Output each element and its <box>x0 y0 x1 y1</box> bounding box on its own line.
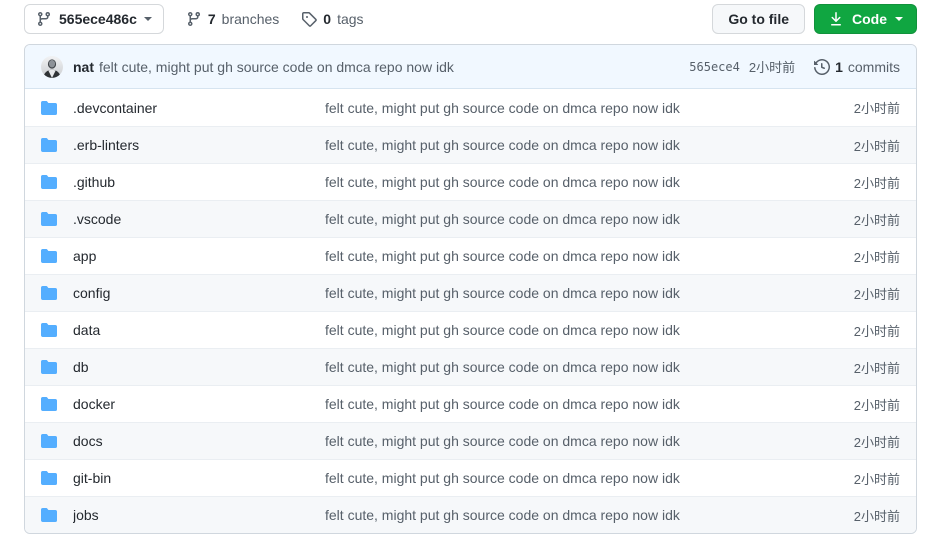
latest-commit-bar: nat felt cute, might put gh source code … <box>25 45 916 89</box>
table-row[interactable]: .github felt cute, might put gh source co… <box>25 163 916 200</box>
table-row[interactable]: docker felt cute, might put gh source cod… <box>25 385 916 422</box>
folder-icon <box>41 322 73 338</box>
commit-meta: 565ece4 2小时前 1 commits <box>689 57 900 76</box>
commit-time: 2小时前 <box>748 60 796 75</box>
folder-icon <box>41 285 73 301</box>
code-button-label: Code <box>852 11 887 27</box>
file-commit-message[interactable]: felt cute, might put gh source code on d… <box>325 248 838 264</box>
file-name[interactable]: config <box>73 285 325 301</box>
branches-count: 7 <box>207 11 216 27</box>
tags-count: 0 <box>323 11 332 27</box>
table-row[interactable]: docs felt cute, might put gh source code … <box>25 422 916 459</box>
commit-message[interactable]: felt cute, might put gh source code on d… <box>99 59 454 75</box>
file-commit-message[interactable]: felt cute, might put gh source code on d… <box>325 470 838 486</box>
file-commit-time: 2小时前 <box>853 212 900 228</box>
repo-file-browser: nat felt cute, might put gh source code … <box>24 44 917 534</box>
file-commit-message[interactable]: felt cute, might put gh source code on d… <box>325 100 838 116</box>
table-row[interactable]: git-bin felt cute, might put gh source co… <box>25 459 916 496</box>
file-commit-time: 2小时前 <box>853 249 900 265</box>
file-commit-time: 2小时前 <box>853 508 900 524</box>
file-commit-time: 2小时前 <box>853 397 900 413</box>
folder-icon <box>41 507 73 523</box>
chevron-down-icon <box>143 17 152 21</box>
folder-icon <box>41 137 73 153</box>
file-commit-time: 2小时前 <box>853 101 900 116</box>
folder-icon <box>41 248 73 264</box>
file-commit-message[interactable]: felt cute, might put gh source code on d… <box>325 507 838 523</box>
table-row[interactable]: .vscode felt cute, might put gh source co… <box>25 200 916 237</box>
file-commit-message[interactable]: felt cute, might put gh source code on d… <box>325 285 838 301</box>
file-commit-time: 2小时前 <box>853 286 900 302</box>
file-name[interactable]: jobs <box>73 507 325 523</box>
file-name[interactable]: docs <box>73 433 325 449</box>
file-commit-time: 2小时前 <box>853 360 900 376</box>
file-name[interactable]: db <box>73 359 325 375</box>
commit-author[interactable]: nat <box>73 59 94 75</box>
branch-name-label: 565ece486c <box>59 11 137 27</box>
repo-toolbar: 565ece486c 7 branches 0 tags Go to file <box>0 0 941 38</box>
file-commit-message[interactable]: felt cute, might put gh source code on d… <box>325 322 838 338</box>
file-name[interactable]: app <box>73 248 325 264</box>
branch-selector[interactable]: 565ece486c <box>24 4 164 34</box>
branches-link[interactable]: 7 branches <box>186 11 279 27</box>
branches-label: branches <box>221 11 280 27</box>
history-icon <box>814 58 831 75</box>
file-commit-time: 2小时前 <box>853 175 900 191</box>
table-row[interactable]: .erb-linters felt cute, might put gh sour… <box>25 126 916 163</box>
file-name[interactable]: .github <box>73 174 325 190</box>
file-list: .devcontainer felt cute, might put gh sou… <box>25 89 916 533</box>
file-name[interactable]: git-bin <box>73 470 325 486</box>
file-commit-time: 2小时前 <box>853 434 900 450</box>
table-row[interactable]: config felt cute, might put gh source cod… <box>25 274 916 311</box>
table-row[interactable]: .devcontainer felt cute, might put gh sou… <box>25 89 916 126</box>
file-name[interactable]: data <box>73 322 325 338</box>
file-name[interactable]: .erb-linters <box>73 137 325 153</box>
table-row[interactable]: jobs felt cute, might put gh source code … <box>25 496 916 533</box>
file-name[interactable]: docker <box>73 396 325 412</box>
file-commit-time: 2小时前 <box>853 323 900 339</box>
file-name[interactable]: .vscode <box>73 211 325 227</box>
table-row[interactable]: app felt cute, might put gh source code o… <box>25 237 916 274</box>
file-commit-time: 2小时前 <box>853 138 900 154</box>
commits-count-label: commits <box>847 58 900 75</box>
file-commit-message[interactable]: felt cute, might put gh source code on d… <box>325 396 838 412</box>
folder-icon <box>41 100 73 116</box>
tag-icon <box>301 11 318 27</box>
folder-icon <box>41 396 73 412</box>
go-to-file-button[interactable]: Go to file <box>712 4 805 34</box>
folder-icon <box>41 174 73 190</box>
commit-sha[interactable]: 565ece4 <box>689 60 740 74</box>
tags-label: tags <box>337 11 364 27</box>
commits-count-number: 1 <box>835 58 843 75</box>
tags-link[interactable]: 0 tags <box>301 11 364 27</box>
file-commit-message[interactable]: felt cute, might put gh source code on d… <box>325 174 838 190</box>
code-button[interactable]: Code <box>814 4 917 34</box>
chevron-down-icon <box>895 17 903 21</box>
folder-icon <box>41 211 73 227</box>
file-name[interactable]: .devcontainer <box>73 100 325 116</box>
folder-icon <box>41 359 73 375</box>
folder-icon <box>41 433 73 449</box>
download-icon <box>828 11 844 27</box>
table-row[interactable]: data felt cute, might put gh source code … <box>25 311 916 348</box>
file-commit-message[interactable]: felt cute, might put gh source code on d… <box>325 433 838 449</box>
commits-count-link[interactable]: 1 commits <box>814 59 900 75</box>
git-branch-icon <box>186 11 202 27</box>
file-commit-message[interactable]: felt cute, might put gh source code on d… <box>325 211 838 227</box>
file-commit-message[interactable]: felt cute, might put gh source code on d… <box>325 359 838 375</box>
repo-meta-group: 7 branches 0 tags <box>186 11 364 27</box>
avatar <box>41 55 63 78</box>
table-row[interactable]: db felt cute, might put gh source code on… <box>25 348 916 385</box>
git-branch-icon <box>36 11 52 27</box>
folder-icon <box>41 470 73 486</box>
file-commit-message[interactable]: felt cute, might put gh source code on d… <box>325 137 838 153</box>
file-commit-time: 2小时前 <box>853 471 900 487</box>
